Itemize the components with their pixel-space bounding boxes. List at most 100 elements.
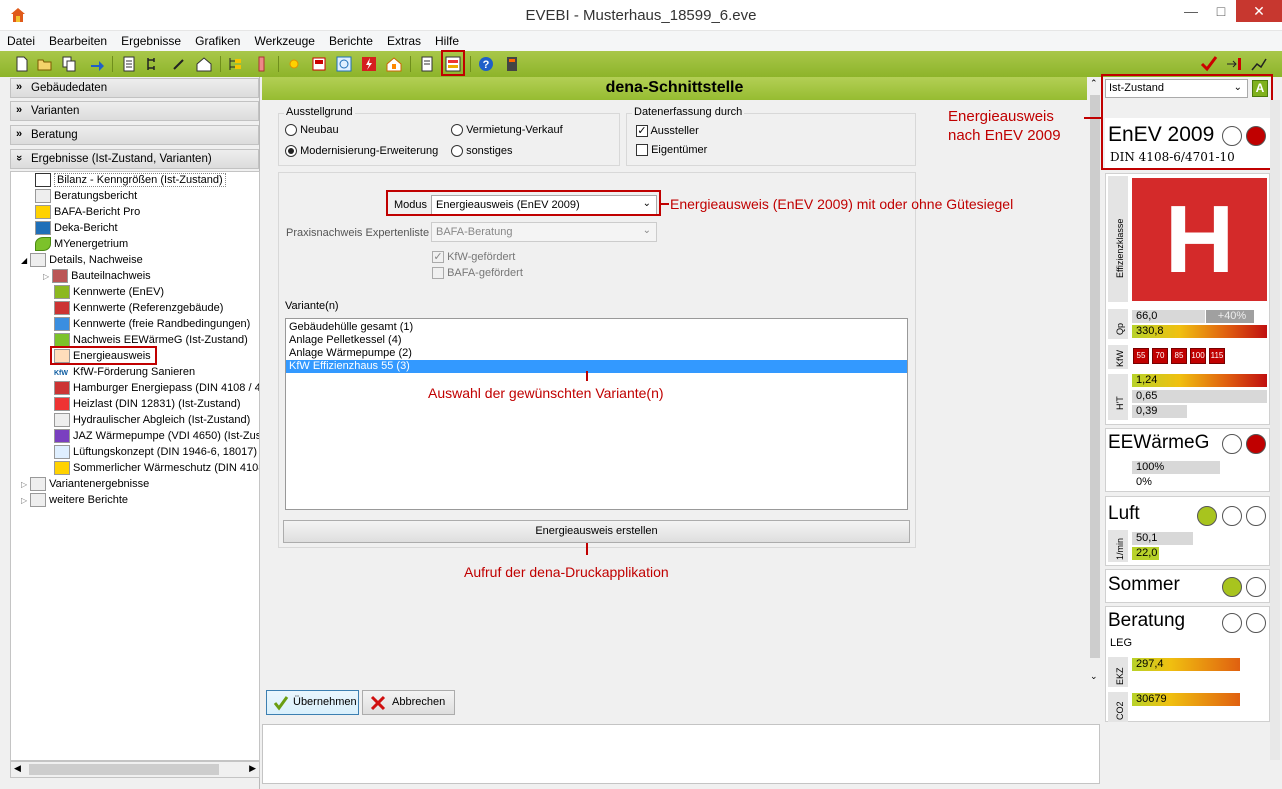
wand-icon[interactable] bbox=[170, 55, 188, 73]
abbrechen-button[interactable]: Abbrechen bbox=[362, 690, 455, 715]
checkmark-icon[interactable] bbox=[1200, 55, 1218, 73]
radio-label: Modernisierung-Erweiterung bbox=[300, 145, 439, 157]
tower-icon bbox=[54, 381, 70, 396]
tree-icon[interactable] bbox=[227, 55, 245, 73]
maximize-button[interactable]: □ bbox=[1206, 0, 1236, 22]
ausstellgrund-group bbox=[278, 113, 620, 166]
tree-item-kfw-foerderung[interactable]: KfW KfW-Förderung Sanieren bbox=[54, 364, 195, 380]
menu-ergebnisse[interactable]: Ergebnisse bbox=[114, 31, 188, 48]
heating-icon[interactable] bbox=[385, 55, 403, 73]
tree-item-deka-bericht[interactable]: Deka-Bericht bbox=[35, 220, 118, 236]
menu-extras[interactable]: Extras bbox=[380, 31, 428, 48]
accordion-beratung[interactable]: » Beratung bbox=[10, 125, 259, 145]
co2-bar: 30679 bbox=[1132, 693, 1240, 706]
tree-item-label: Deka-Bericht bbox=[54, 222, 118, 234]
varianten-listbox[interactable]: Gebäudehülle gesamt (1) Anlage Pelletkes… bbox=[285, 318, 908, 510]
effizienzklasse-label: Effizienzklasse bbox=[1108, 176, 1128, 302]
tree-item-variantenergebnisse[interactable]: ▷ Variantenergebnisse bbox=[21, 476, 149, 492]
uebernehmen-button[interactable]: Übernehmen bbox=[266, 690, 359, 715]
tree-horizontal-scrollbar[interactable]: ◀ ▶ bbox=[10, 761, 260, 778]
calculator-icon[interactable] bbox=[503, 55, 521, 73]
status-dot-empty bbox=[1222, 613, 1242, 633]
tree-item-details-nachweise[interactable]: ◢ Details, Nachweise bbox=[21, 252, 143, 268]
menu-werkzeuge[interactable]: Werkzeuge bbox=[247, 31, 321, 48]
scroll-up-icon[interactable]: ⌃ bbox=[1090, 78, 1098, 89]
scroll-thumb[interactable] bbox=[29, 764, 219, 775]
chart-icon[interactable] bbox=[1250, 55, 1268, 73]
scroll-left-icon[interactable]: ◀ bbox=[14, 763, 21, 774]
checkbox-aussteller[interactable]: ✓ Aussteller bbox=[636, 125, 699, 138]
tree-item-hydraulischer-abgleich[interactable]: Hydraulischer Abgleich (Ist-Zustand) bbox=[54, 412, 250, 428]
energieausweis-erstellen-button[interactable]: Energieausweis erstellen bbox=[283, 520, 910, 543]
window-icon[interactable] bbox=[310, 55, 328, 73]
house-icon[interactable] bbox=[195, 55, 213, 73]
tree-item-bafa-bericht[interactable]: BAFA-Bericht Pro bbox=[35, 204, 140, 220]
menu-bearbeiten[interactable]: Bearbeiten bbox=[42, 31, 114, 48]
checkbox-checked-icon: ✓ bbox=[636, 125, 648, 138]
deka-icon bbox=[35, 221, 51, 236]
praxisnachweis-select[interactable]: BAFA-Beratung ⌄ bbox=[431, 222, 657, 242]
menu-berichte[interactable]: Berichte bbox=[322, 31, 380, 48]
fan-icon[interactable] bbox=[335, 55, 353, 73]
tree-item-label: Bilanz - Kenngrößen (Ist-Zustand) bbox=[54, 173, 226, 187]
energieausweis-icon[interactable] bbox=[444, 55, 462, 73]
checkbox-icon bbox=[432, 267, 444, 280]
tree-item-label: Lüftungskonzept (DIN 1946-6, 18017) bbox=[73, 446, 258, 458]
electric-icon[interactable] bbox=[360, 55, 378, 73]
tree-item-jaz-waermepumpe[interactable]: JAZ Wärmepumpe (VDI 4650) (Ist-Zus bbox=[54, 428, 259, 444]
menu-hilfe[interactable]: Hilfe bbox=[428, 31, 466, 48]
close-button[interactable]: ✕ bbox=[1236, 0, 1282, 22]
sun-icon[interactable] bbox=[285, 55, 303, 73]
radio-modernisierung-erweiterung[interactable]: Modernisierung-Erweiterung bbox=[285, 145, 439, 158]
accordion-ergebnisse[interactable]: » Ergebnisse (Ist-Zustand, Varianten) bbox=[10, 149, 259, 169]
list-item-selected[interactable]: KfW Effizienzhaus 55 (3) bbox=[286, 360, 907, 373]
tree-item-kennwerte-referenz[interactable]: Kennwerte (Referenzgebäude) bbox=[54, 300, 223, 316]
tree-item-label: Heizlast (DIN 12831) (Ist-Zustand) bbox=[73, 398, 241, 410]
tree-item-sommerlicher-waermeschutz[interactable]: Sommerlicher Wärmeschutz (DIN 4108 bbox=[54, 460, 259, 476]
structure-icon[interactable] bbox=[145, 55, 163, 73]
radio-sonstiges[interactable]: sonstiges bbox=[451, 145, 513, 158]
scroll-thumb[interactable] bbox=[1090, 95, 1100, 658]
accordion-varianten[interactable]: » Varianten bbox=[10, 101, 259, 121]
list-item[interactable]: Gebäudehülle gesamt (1) bbox=[286, 321, 907, 334]
tree-item-hamburger-energiepass[interactable]: Hamburger Energiepass (DIN 4108 / 4 bbox=[54, 380, 259, 396]
tree-item-heizlast[interactable]: Heizlast (DIN 12831) (Ist-Zustand) bbox=[54, 396, 241, 412]
transfer-icon[interactable] bbox=[1225, 55, 1243, 73]
minimize-button[interactable]: — bbox=[1176, 0, 1206, 22]
scroll-down-icon[interactable]: ⌄ bbox=[1090, 671, 1098, 682]
checkbox-eigentuemer[interactable]: Eigentümer bbox=[636, 144, 707, 157]
open-folder-icon[interactable] bbox=[36, 55, 54, 73]
tree-item-bauteilnachweis[interactable]: ▷ Bauteilnachweis bbox=[43, 268, 151, 284]
report-icon[interactable] bbox=[418, 55, 436, 73]
menu-grafiken[interactable]: Grafiken bbox=[188, 31, 247, 48]
checkbox-bafa-gefoerdert[interactable]: BAFA-gefördert bbox=[432, 267, 523, 280]
list-item[interactable]: Anlage Pelletkessel (4) bbox=[286, 334, 907, 347]
tree-item-weitere-berichte[interactable]: ▷ weitere Berichte bbox=[21, 492, 128, 508]
forward-arrow-icon[interactable] bbox=[88, 55, 106, 73]
tree-item-myenergetrium[interactable]: MYenergetrium bbox=[35, 236, 128, 252]
new-file-icon[interactable] bbox=[13, 55, 31, 73]
menu-datei[interactable]: Datei bbox=[0, 31, 42, 48]
list-item[interactable]: Anlage Wärmepumpe (2) bbox=[286, 347, 907, 360]
copy-icon[interactable] bbox=[60, 55, 78, 73]
sigma-icon bbox=[54, 301, 70, 316]
checkbox-kfw-gefoerdert[interactable]: ✓ KfW-gefördert bbox=[432, 251, 515, 264]
status-panel-scrollbar[interactable] bbox=[1270, 100, 1280, 760]
toolbar-separator bbox=[112, 56, 113, 72]
radio-vermietung-verkauf[interactable]: Vermietung-Verkauf bbox=[451, 124, 563, 137]
accordion-gebaeudedaten[interactable]: » Gebäudedaten bbox=[10, 78, 259, 98]
ruler-icon[interactable] bbox=[252, 55, 270, 73]
scroll-right-icon[interactable]: ▶ bbox=[249, 763, 256, 774]
tree-item-lueftungskonzept[interactable]: Lüftungskonzept (DIN 1946-6, 18017) bbox=[54, 444, 257, 460]
tree-item-kennwerte-frei[interactable]: Kennwerte (freie Randbedingungen) bbox=[54, 316, 250, 332]
chevron-double-right-icon: » bbox=[16, 81, 23, 93]
status-dot-empty bbox=[1222, 126, 1242, 146]
tree-item-kennwerte-enev[interactable]: Kennwerte (EnEV) bbox=[54, 284, 164, 300]
tree-item-bilanz[interactable]: Bilanz - Kenngrößen (Ist-Zustand) bbox=[35, 172, 226, 188]
radio-neubau[interactable]: Neubau bbox=[285, 124, 339, 137]
radio-label: Vermietung-Verkauf bbox=[466, 124, 563, 136]
document-icon[interactable] bbox=[120, 55, 138, 73]
help-icon[interactable]: ? bbox=[477, 55, 495, 73]
jaz-icon bbox=[54, 429, 70, 444]
tree-item-beratungsbericht[interactable]: Beratungsbericht bbox=[35, 188, 137, 204]
